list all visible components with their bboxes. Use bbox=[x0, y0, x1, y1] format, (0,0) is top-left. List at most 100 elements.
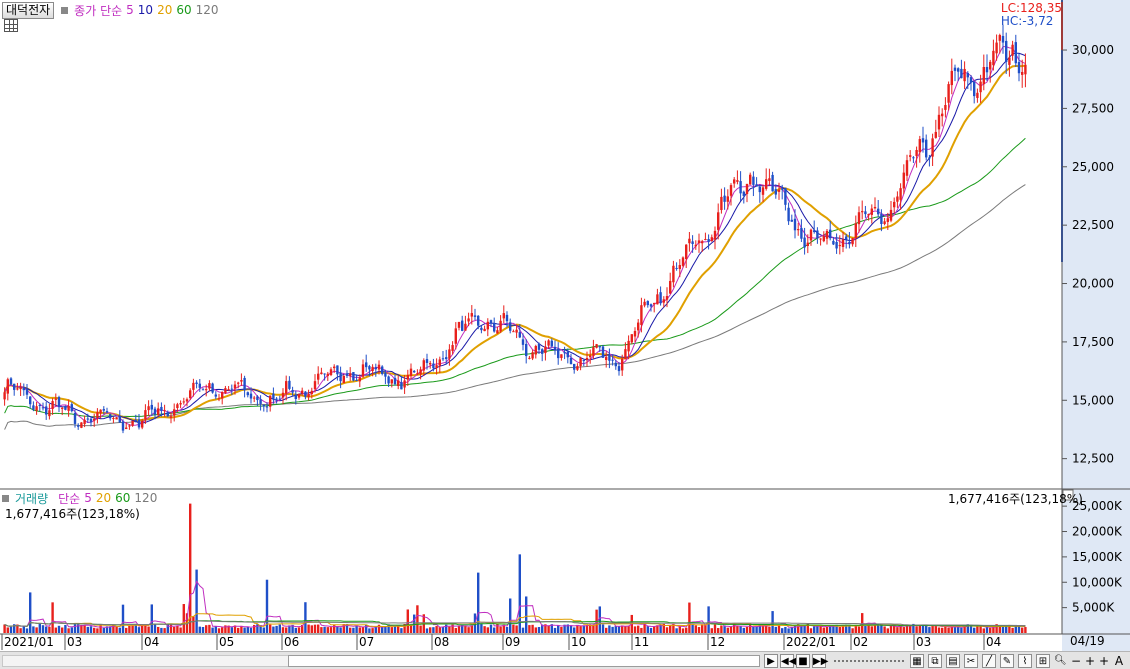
volume-bar bbox=[371, 628, 374, 633]
draw-line-icon[interactable]: ╱ bbox=[982, 654, 996, 668]
volume-bar bbox=[70, 627, 73, 633]
candle-body bbox=[230, 388, 233, 390]
volume-bar bbox=[150, 604, 153, 633]
volume-indicator-label[interactable]: 단순 bbox=[58, 490, 80, 507]
candle-body bbox=[589, 355, 592, 358]
volume-bar bbox=[425, 628, 429, 633]
volume-bar bbox=[918, 624, 921, 633]
candle-body bbox=[499, 320, 502, 332]
candle-body bbox=[19, 387, 22, 390]
volume-bar bbox=[160, 627, 163, 633]
compare-icon[interactable]: ⧉ bbox=[928, 654, 942, 668]
ma-line-60 bbox=[4, 137, 1026, 418]
volume-current-right: 1,677,416주(123,18%) bbox=[948, 492, 1083, 506]
scrollbar-thumb[interactable] bbox=[288, 655, 760, 667]
volume-bar bbox=[6, 627, 9, 633]
candle-body bbox=[819, 238, 822, 240]
candle-body bbox=[451, 345, 454, 351]
volume-tick-label: 5,000K bbox=[1072, 601, 1115, 615]
fast-forward-icon[interactable]: ▶▶ bbox=[812, 654, 828, 668]
volume-bar bbox=[201, 626, 205, 633]
volume-bar bbox=[633, 626, 637, 633]
volume-bar bbox=[390, 627, 393, 633]
candle-body bbox=[576, 366, 579, 370]
volume-bar bbox=[307, 624, 310, 633]
candle-body bbox=[966, 72, 969, 78]
candle-body bbox=[566, 351, 569, 358]
vol-ma120-label[interactable]: 120 bbox=[134, 491, 157, 505]
candle-body bbox=[528, 357, 531, 359]
candle-body bbox=[137, 419, 141, 428]
candle-body bbox=[307, 394, 310, 398]
volume-bar bbox=[448, 626, 451, 633]
volume-bar bbox=[269, 624, 272, 633]
candle-body bbox=[147, 406, 150, 411]
candle-body bbox=[61, 407, 64, 409]
date-tick-label: 06 bbox=[284, 635, 299, 649]
brush-icon[interactable]: ⌇ bbox=[1018, 654, 1032, 668]
volume-bar bbox=[272, 626, 275, 633]
volume-bar bbox=[691, 624, 694, 633]
candle-body bbox=[416, 373, 419, 375]
volume-bar bbox=[230, 627, 233, 633]
scissors-icon[interactable]: ✂ bbox=[964, 654, 978, 668]
grid-toggle-icon[interactable]: ⊞ bbox=[1036, 654, 1050, 668]
vol-ma60-label[interactable]: 60 bbox=[115, 491, 130, 505]
candle-body bbox=[771, 174, 774, 192]
volume-bar bbox=[256, 624, 259, 633]
candle-body bbox=[761, 187, 765, 195]
ma-line-10 bbox=[4, 52, 1026, 424]
candle-body bbox=[157, 408, 160, 416]
vol-ma5-label[interactable]: 5 bbox=[84, 491, 92, 505]
volume-bar bbox=[787, 628, 790, 633]
rewind-icon[interactable]: ◀◀ bbox=[780, 654, 796, 668]
current-date-label: 04/19 bbox=[1070, 634, 1105, 648]
candle-body bbox=[809, 229, 813, 241]
volume-title[interactable]: 거래량 bbox=[15, 490, 48, 507]
volume-bar bbox=[515, 625, 518, 633]
volume-bar bbox=[320, 627, 323, 633]
candle-body bbox=[665, 296, 669, 300]
candle-body bbox=[624, 349, 627, 360]
volume-bar bbox=[576, 624, 579, 633]
volume-bar bbox=[310, 625, 313, 633]
candle-body bbox=[557, 348, 560, 359]
candle-body bbox=[909, 155, 912, 157]
volume-bar bbox=[400, 628, 403, 633]
scroll-right-icon[interactable]: ▶ bbox=[764, 654, 778, 668]
volume-bar bbox=[1017, 626, 1021, 633]
plus-icon[interactable]: + bbox=[1098, 654, 1110, 668]
candle-body bbox=[790, 219, 793, 222]
candle-body bbox=[115, 417, 118, 420]
vol-ma20-label[interactable]: 20 bbox=[96, 491, 111, 505]
candle-body bbox=[502, 313, 505, 319]
candle-body bbox=[51, 401, 54, 409]
pen-icon[interactable]: ✎ bbox=[1000, 654, 1014, 668]
volume-bar bbox=[406, 609, 409, 633]
search-icon[interactable]: 🔍︎ bbox=[1054, 654, 1067, 668]
stop-icon[interactable]: ■ bbox=[796, 654, 810, 668]
candle-body bbox=[605, 356, 608, 361]
candle-body bbox=[345, 373, 349, 376]
candle-body bbox=[1005, 40, 1008, 62]
candle-body bbox=[425, 359, 429, 363]
zoom-slider[interactable] bbox=[834, 660, 904, 662]
candle-body bbox=[889, 209, 893, 221]
chart-type-icon[interactable]: ▦ bbox=[910, 654, 924, 668]
candle-body bbox=[1024, 64, 1027, 75]
candle-body bbox=[333, 366, 336, 369]
candle-body bbox=[685, 244, 688, 259]
candle-body bbox=[246, 392, 249, 396]
overlay-icon[interactable]: ▤ bbox=[946, 654, 960, 668]
candle-body bbox=[755, 184, 758, 187]
candle-body bbox=[729, 185, 733, 196]
zoom-out-icon[interactable]: − bbox=[1070, 654, 1082, 668]
candle-body bbox=[861, 211, 864, 213]
volume-bar bbox=[121, 604, 125, 633]
font-size-icon[interactable]: A bbox=[1112, 654, 1126, 668]
volume-bar bbox=[1005, 626, 1008, 633]
volume-bar bbox=[745, 626, 749, 633]
zoom-in-icon[interactable]: + bbox=[1084, 654, 1096, 668]
volume-bar bbox=[173, 626, 176, 633]
candle-body bbox=[448, 349, 451, 359]
